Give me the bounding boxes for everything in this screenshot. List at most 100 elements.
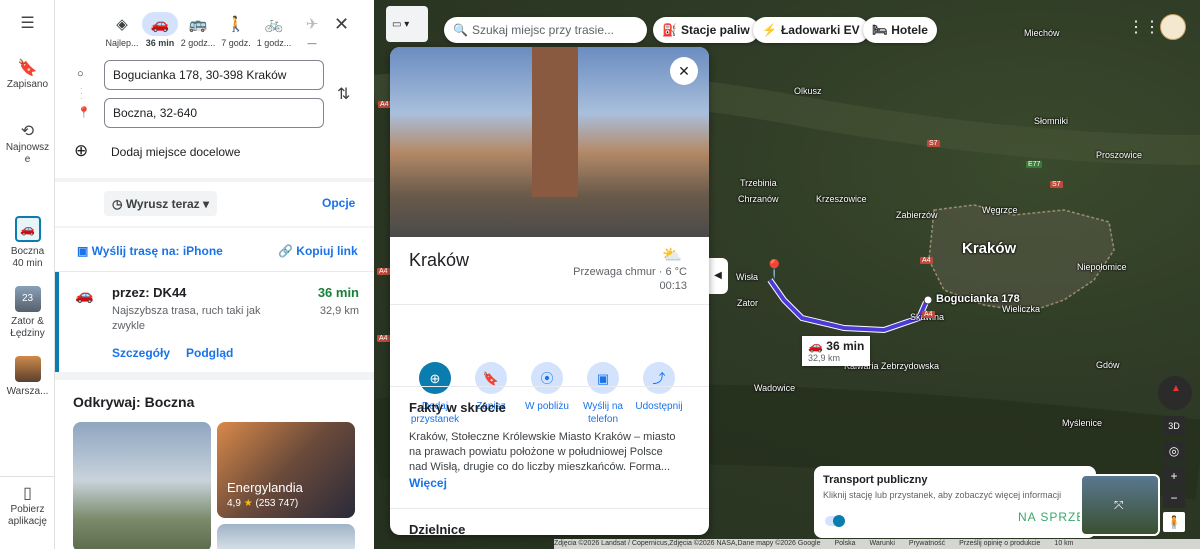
minus-icon: −	[1170, 491, 1178, 505]
swap-icon: ⇅	[337, 86, 351, 103]
options-button[interactable]: Opcje	[322, 196, 355, 210]
mode-car[interactable]: 🚗 36 min	[140, 12, 180, 48]
car-icon: 🚗	[14, 216, 41, 242]
mode-bike[interactable]: 🚲 1 godz...	[254, 12, 294, 48]
apps-grid-button[interactable]: ⋮⋮	[1128, 17, 1160, 37]
town-label: Myślenice	[1062, 418, 1103, 428]
history-icon: ⟲	[20, 123, 35, 140]
fuel-stations-chip[interactable]: ⛽ Stacje paliw	[653, 17, 759, 43]
action-share[interactable]: ⤴ Udostępnij	[629, 362, 689, 413]
mode-bus[interactable]: 🚌 2 godz...	[178, 12, 218, 48]
search-placeholder: Szukaj miejsc przy trasie...	[471, 23, 614, 37]
route-description-1: Najszybsza trasa, ruch taki jak	[112, 305, 261, 317]
weather-text: Przewaga chmur · 6 °C	[573, 266, 687, 278]
swap-button[interactable]: ⇅	[337, 84, 350, 104]
layers-button[interactable]: ▭ ▾	[386, 6, 428, 42]
nearby-icon: ⦿	[531, 362, 563, 394]
footer-item-3[interactable]: Prywatność	[909, 540, 945, 547]
preview-button[interactable]: Podgląd	[186, 346, 233, 360]
ev-chargers-chip[interactable]: ⚡ Ładowarki EV	[753, 17, 869, 43]
more-link[interactable]: Więcej	[409, 476, 447, 490]
road-shield: A4	[378, 101, 391, 108]
origin-input[interactable]: Bogucianka 178, 30-398 Kraków	[104, 60, 324, 90]
send-route-button[interactable]: ▣ Wyślij trasę na: iPhone	[77, 244, 223, 258]
transit-toggle[interactable]	[825, 515, 845, 527]
footer-item-4[interactable]: Prześlij opinię o produkcie	[959, 540, 1040, 547]
road-shield: E77	[1026, 161, 1043, 168]
zoom-in-button[interactable]: +	[1163, 466, 1185, 486]
my-location-button[interactable]: ◎	[1163, 441, 1185, 461]
depart-label: Wyrusz teraz	[125, 197, 200, 211]
fuel-label: Stacje paliw	[680, 23, 750, 37]
action-send-to-phone[interactable]: ▣ Wyślij na telefon	[573, 362, 633, 426]
warsaw-item[interactable]: Warsza...	[0, 356, 55, 398]
rating-value: 4,9	[227, 498, 241, 509]
details-button[interactable]: Szczegóły	[112, 346, 170, 360]
copy-link-button[interactable]: 🔗 Kopiuj link	[278, 244, 358, 258]
close-directions-button[interactable]: ✕	[334, 14, 349, 35]
footer-item-2[interactable]: Warunki	[869, 540, 894, 547]
rotate-icon: ⤧	[1114, 498, 1124, 512]
footer-item-1[interactable]: Polska	[834, 540, 855, 547]
rail-divider	[0, 476, 55, 477]
traffic-item[interactable]: 23 Zator & Łędziny	[0, 286, 55, 340]
fuel-icon: ⛽	[662, 23, 677, 37]
town-label: Wisła	[736, 272, 758, 282]
road-shield: A4	[922, 311, 935, 318]
street-view-thumbnail[interactable]: ⤧	[1080, 474, 1160, 536]
recent-label-2: e	[24, 154, 31, 165]
discover-section: Odkrywaj: Boczna Energylandia 4,9 ★ (253…	[55, 380, 374, 549]
compass[interactable]: ▲	[1158, 376, 1192, 410]
car-icon: 🚗	[808, 339, 827, 353]
recent-button[interactable]: ⟲ Najnowsz e	[0, 123, 55, 166]
discover-card-rating: 4,9 ★ (253 747)	[227, 498, 298, 509]
footer-item-5: 10 km	[1054, 540, 1074, 547]
transit-card[interactable]: Transport publiczny Kliknij stację lub p…	[814, 466, 1096, 538]
place-info-card: ✕ Kraków ⛅ Przewaga chmur · 6 °C 00:13 ⊕…	[390, 47, 709, 535]
mode-directions[interactable]: ◈ Najlep...	[102, 12, 142, 48]
add-destination-button[interactable]: Dodaj miejsce docelowe	[111, 145, 240, 159]
discover-card-photo[interactable]	[73, 422, 211, 549]
3d-button[interactable]: 3D	[1163, 416, 1185, 436]
route-option-card[interactable]: 🚗 przez: DK44 Najszybsza trasa, ruch tak…	[55, 272, 374, 372]
depart-time-selector[interactable]: ◷ Wyrusz teraz ▾	[104, 191, 217, 216]
get-app-button[interactable]: ▯ Pobierz aplikację	[0, 485, 55, 528]
hotels-chip[interactable]: 🛏 Hotele	[863, 17, 937, 43]
local-time: 00:13	[659, 280, 687, 292]
destination-input[interactable]: Boczna, 32-640	[104, 98, 324, 128]
route-distance: 32,9 km	[319, 305, 359, 317]
pegman-button[interactable]: 🧍	[1163, 512, 1185, 532]
zoom-out-button[interactable]: −	[1163, 488, 1185, 508]
current-trip-button[interactable]: 🚗 Boczna 40 min	[0, 216, 55, 270]
discover-card-3[interactable]	[217, 524, 355, 549]
discover-card-energylandia[interactable]: Energylandia 4,9 ★ (253 747)	[217, 422, 355, 518]
town-label: Węgrzce	[982, 205, 1018, 215]
mode-plane[interactable]: ✈ —	[292, 12, 332, 48]
city-label: Kraków	[962, 240, 1017, 257]
place-photo[interactable]	[390, 47, 709, 237]
left-rail: ☰ 🔖 Zapisano ⟲ Najnowsz e 🚗 Boczna 40 min 23…	[0, 0, 55, 549]
collapse-panel-button[interactable]: ◀	[708, 258, 728, 294]
town-label: Krzeszowice	[816, 194, 867, 204]
saved-button[interactable]: 🔖 Zapisano	[0, 61, 55, 91]
discover-title: Odkrywaj: Boczna	[73, 394, 195, 410]
divider-3	[390, 508, 709, 509]
route-via: przez: DK44	[112, 285, 187, 300]
route-description: Najszybsza trasa, ruch taki jak zwykle	[112, 304, 282, 334]
chevron-down-icon: ▾	[199, 197, 209, 211]
action-add-stop[interactable]: ⊕ Dodaj przystanek	[405, 362, 465, 426]
phone-icon: ▯	[23, 485, 32, 502]
layers-icon: ▭ ▾	[392, 18, 410, 30]
share-icon: ⤴	[643, 362, 675, 394]
close-place-button[interactable]: ✕	[670, 57, 698, 85]
origin-dot-icon: ○	[77, 68, 84, 80]
action-label: Wyślij na telefon	[573, 400, 633, 426]
town-label: Zator	[737, 298, 759, 308]
route-callout[interactable]: 🚗 36 min 32,9 km	[802, 336, 871, 366]
action-nearby[interactable]: ⦿ W pobliżu	[517, 362, 577, 413]
mode-walk[interactable]: 🚶 7 godz.	[216, 12, 256, 48]
account-avatar[interactable]	[1160, 14, 1186, 40]
facts-title: Fakty w skrócie	[409, 400, 506, 415]
menu-button[interactable]: ☰	[0, 16, 55, 34]
search-along-route[interactable]: 🔍 Szukaj miejsc przy trasie...	[444, 17, 647, 43]
